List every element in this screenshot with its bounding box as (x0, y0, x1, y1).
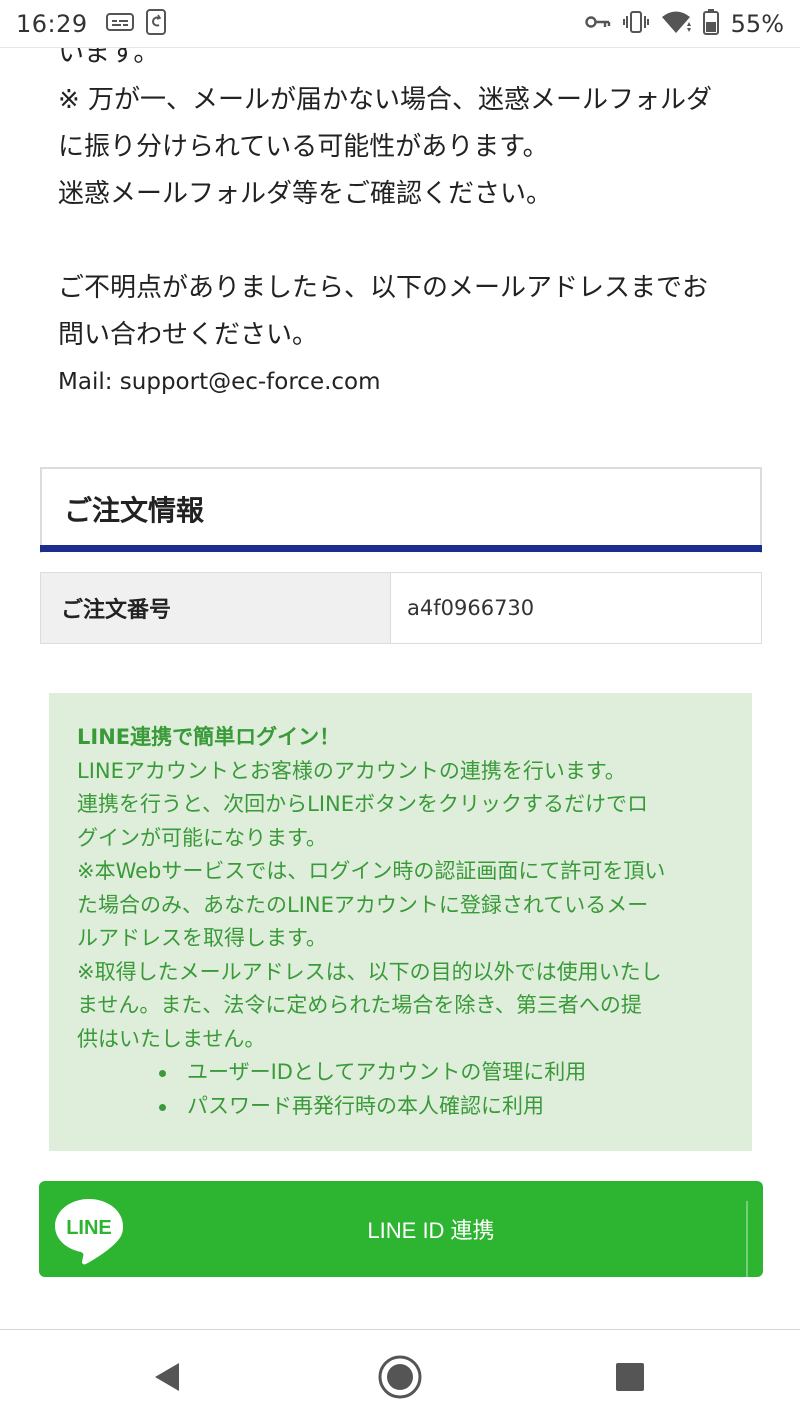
caption-icon (105, 12, 134, 35)
button-divider (746, 1201, 748, 1277)
order-info-title: ご注文情報 (64, 494, 205, 527)
back-icon[interactable] (143, 1352, 193, 1402)
order-info-table: ご注文番号 a4f0966730 (40, 572, 762, 644)
vibrate-icon (622, 10, 649, 37)
line-info-line: ※本Webサービスでは、ログイン時の認証画面にて許可を頂い (77, 859, 666, 883)
confirmation-message: います。 ※ 万が一、メールが届かない場合、迷惑メールフォルダ に振り分けられて… (58, 30, 758, 405)
intro-line: ご不明点がありましたら、以下のメールアドレスまでお (58, 273, 709, 303)
order-info-header: ご注文情報 (40, 467, 762, 553)
line-button-label: LINE ID 連携 (367, 1218, 495, 1243)
intro-line: ※ 万が一、メールが届かない場合、迷惑メールフォルダ (58, 85, 713, 115)
intro-line: 問い合わせください。 (58, 320, 319, 350)
vpn-key-icon (584, 14, 611, 34)
line-info-line: た場合のみ、あなたのLINEアカウントに登録されているメー (77, 892, 649, 917)
line-info-line: ※取得したメールアドレスは、以下の目的以外では使用いたし (77, 959, 662, 984)
intro-line: に振り分けられている可能性があります。 (58, 132, 549, 162)
battery-percent: 55% (730, 9, 784, 38)
line-info-line: 連携を行うと、次回からLINEボタンをクリックするだけでロ (77, 792, 649, 816)
line-integration-info: LINE連携で簡単ログイン！ LINEアカウントとお客様のアカウントの連携を行い… (49, 693, 752, 1151)
recents-icon[interactable] (605, 1352, 655, 1402)
line-id-link-button[interactable]: LINE LINE ID 連携 (39, 1181, 763, 1277)
list-item: ユーザーIDとしてアカウントの管理に利用 (159, 1056, 724, 1090)
order-number-label: ご注文番号 (41, 573, 391, 643)
support-mail: Mail: support@ec-force.com (58, 369, 381, 395)
battery-icon (702, 8, 719, 39)
home-icon[interactable] (375, 1352, 425, 1402)
order-number-value: a4f0966730 (407, 596, 535, 620)
wifi-icon (661, 10, 691, 38)
line-info-line: ルアドレスを取得します。 (77, 926, 327, 950)
line-info-line: LINEアカウントとお客様のアカウントの連携を行います。 (77, 758, 626, 783)
status-bar: 16:29 55% (0, 0, 800, 48)
status-time: 16:29 (16, 9, 88, 38)
order-info-accent-bar (40, 545, 762, 552)
line-info-title: LINE連携で簡単ログイン！ (77, 725, 341, 749)
list-item: パスワード再発行時の本人確認に利用 (159, 1090, 724, 1124)
line-info-bullets: ユーザーIDとしてアカウントの管理に利用 パスワード再発行時の本人確認に利用 (77, 1056, 724, 1123)
line-info-line: ません。また、法令に定められた場合を除き、第三者への提 (77, 993, 642, 1017)
line-info-line: 供はいたしません。 (77, 1026, 266, 1051)
sync-app-icon (145, 8, 166, 39)
line-info-line: グインが可能になります。 (77, 825, 327, 850)
intro-line: 迷惑メールフォルダ等をご確認ください。 (58, 179, 553, 209)
system-nav-bar (0, 1329, 800, 1423)
